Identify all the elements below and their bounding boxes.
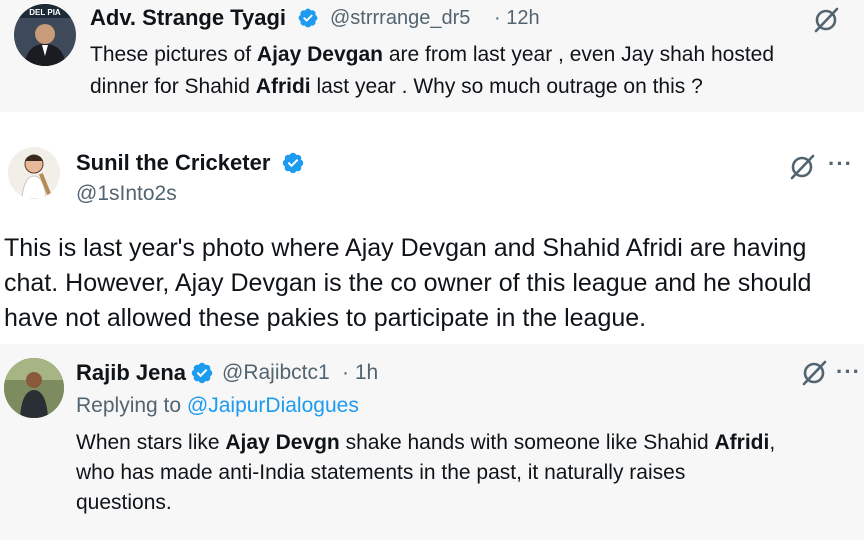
tweet-text-line-1: These pictures of Ajay Devgan are from l… (90, 43, 775, 66)
author-name[interactable]: Rajib Jena (76, 360, 186, 386)
author-handle[interactable]: @1sInto2s (76, 182, 177, 206)
tweet-text-line-1: This is last year's photo where Ajay Dev… (4, 234, 807, 262)
timestamp[interactable]: · 12h (494, 7, 540, 30)
grok-icon[interactable] (800, 359, 828, 387)
tweet-card-1[interactable]: DEL PIA Adv. Strange Tyagi @strrrange_dr… (0, 0, 864, 112)
avatar-image-icon: DEL PIA (14, 4, 76, 66)
divider (0, 112, 864, 121)
author-name[interactable]: Adv. Strange Tyagi (90, 5, 286, 31)
tweet-text: These pictures of Ajay Devgan are from l… (90, 39, 774, 103)
tweet-text-line-3: questions. (76, 491, 172, 514)
author-handle[interactable]: @Rajibctc1 (222, 361, 330, 385)
avatar-image-icon (4, 358, 64, 418)
tweet-text: When stars like Ajay Devgn shake hands w… (76, 428, 775, 518)
tweet-text-line-2: who has made anti-India statements in th… (76, 461, 686, 484)
tweet-text-line-2: chat. However, Ajay Devgan is the co own… (4, 269, 812, 297)
verified-badge-icon (191, 362, 213, 384)
tweet-card-2[interactable]: Sunil the Cricketer @1sInto2s ··· This i… (0, 121, 864, 341)
tweet-text: This is last year's photo where Ajay Dev… (4, 231, 811, 336)
tweet-text-line-1: When stars like Ajay Devgn shake hands w… (76, 431, 776, 454)
more-options-button[interactable]: ··· (828, 151, 853, 177)
replying-to-handle-link[interactable]: @JaipurDialogues (187, 394, 359, 417)
author-name[interactable]: Sunil the Cricketer (76, 150, 270, 176)
svg-text:DEL PIA: DEL PIA (29, 8, 61, 17)
more-options-button[interactable]: ··· (836, 359, 861, 385)
tweet-text-line-3: have not allowed these pakies to partici… (4, 304, 647, 332)
verified-badge-icon (282, 152, 304, 174)
tweet-card-3[interactable]: Rajib Jena @Rajibctc1 · 1h ··· Replying … (0, 344, 864, 540)
grok-icon[interactable] (812, 6, 840, 34)
avatar[interactable]: DEL PIA (14, 4, 76, 66)
replying-to-label: Replying to (76, 394, 187, 417)
replying-to: Replying to @JaipurDialogues (76, 394, 359, 418)
cricketer-avatar-icon (21, 154, 51, 199)
verified-badge-icon (298, 8, 318, 28)
avatar[interactable] (4, 358, 64, 418)
tweet-text-line-2: dinner for Shahid Afridi last year . Why… (90, 75, 703, 98)
avatar[interactable] (8, 147, 60, 199)
author-handle[interactable]: @strrrange_dr5 (330, 7, 470, 30)
grok-icon[interactable] (788, 153, 816, 181)
timestamp[interactable]: · 1h (342, 361, 378, 385)
